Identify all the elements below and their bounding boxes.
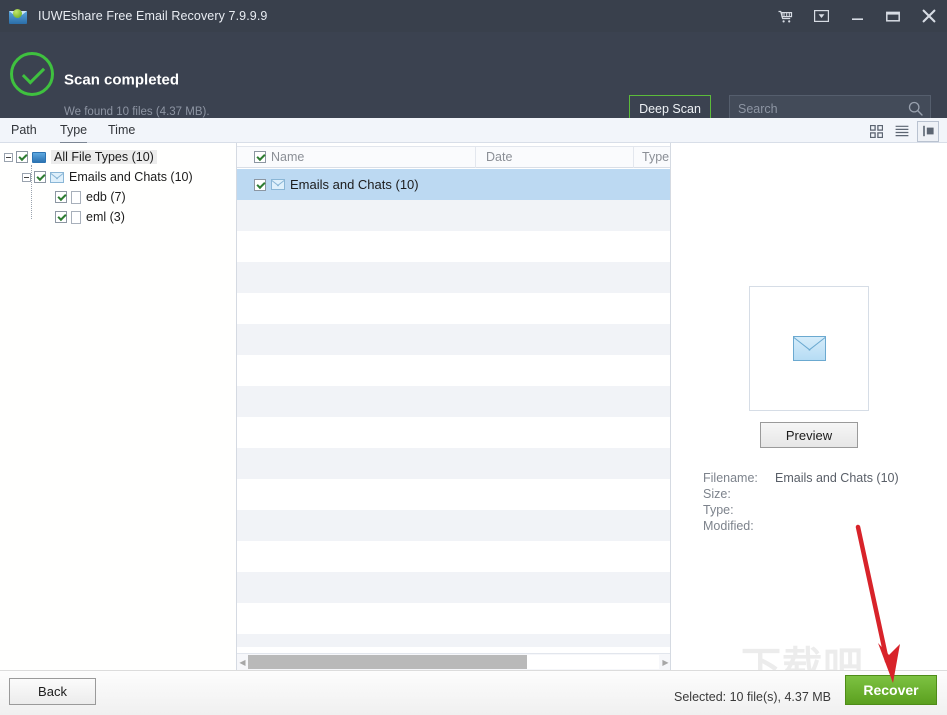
list-view-icon[interactable] (891, 121, 913, 142)
application-window: IUWEshare Free Email Recovery 7.9.9.9 Sc… (0, 0, 947, 715)
window-controls (767, 0, 947, 32)
metadata-key: Size: (703, 487, 731, 501)
table-row-empty[interactable] (237, 386, 670, 417)
tree-node-label: edb (7) (86, 190, 126, 204)
grid-view-icon[interactable] (865, 121, 887, 142)
metadata-key: Type: (703, 503, 734, 517)
tree-node-label: Emails and Chats (10) (69, 170, 193, 184)
table-row-empty[interactable] (237, 417, 670, 448)
view-toggle-group (865, 120, 939, 142)
metadata-row-filename: Filename: Emails and Chats (10) (703, 470, 899, 486)
row-name-label: Emails and Chats (10) (290, 177, 419, 192)
preview-thumbnail (749, 286, 869, 411)
table-row-empty[interactable] (237, 448, 670, 479)
file-list-header: Name Date Type (237, 146, 670, 168)
metadata-row-type: Type: (703, 502, 899, 518)
detail-view-icon[interactable] (917, 120, 939, 142)
scan-status-banner: Scan completed We found 10 files (4.37 M… (0, 32, 947, 135)
tab-type[interactable]: Type (60, 120, 88, 144)
column-header-name-label: Name (271, 150, 305, 164)
table-row-empty[interactable] (237, 479, 670, 510)
preview-panel: Preview Filename: Emails and Chats (10) … (671, 143, 947, 670)
file-type-tree[interactable]: All File Types (10) Emails and Chats (10… (0, 143, 237, 670)
window-title: IUWEshare Free Email Recovery 7.9.9.9 (38, 9, 268, 23)
menu-dropdown-icon[interactable] (803, 0, 839, 32)
category-tab-strip: Path Type Time (0, 118, 947, 144)
recover-button[interactable]: Recover (845, 675, 937, 705)
mail-icon (792, 336, 826, 361)
cart-icon[interactable] (767, 0, 803, 32)
email-app-icon (9, 8, 27, 24)
file-icon (71, 210, 81, 224)
table-row-empty[interactable] (237, 231, 670, 262)
column-header-name[interactable]: Name (237, 146, 476, 168)
tree-node-emails-and-chats[interactable]: Emails and Chats (10) (0, 167, 236, 187)
tab-path[interactable]: Path (11, 120, 37, 142)
column-header-date-label: Date (486, 150, 513, 164)
file-list-rows[interactable]: Emails and Chats (10) (237, 169, 670, 647)
metadata-row-size: Size: (703, 486, 899, 502)
tree-checkbox[interactable] (55, 211, 67, 223)
minimize-icon[interactable] (839, 0, 875, 32)
tree-node-eml[interactable]: eml (3) (0, 207, 236, 227)
scan-status-title: Scan completed (64, 71, 180, 89)
back-button[interactable]: Back (9, 678, 96, 705)
tree-node-label: All File Types (10) (51, 150, 157, 164)
expander-icon[interactable] (22, 172, 31, 182)
table-row-empty[interactable] (237, 603, 670, 634)
table-row-empty[interactable] (237, 293, 670, 324)
title-bar: IUWEshare Free Email Recovery 7.9.9.9 (0, 0, 947, 32)
table-row-empty[interactable] (237, 541, 670, 572)
column-header-type-label: Type (642, 150, 670, 164)
scroll-right-arrow-icon[interactable]: ▶ (660, 654, 670, 670)
mail-icon (50, 171, 64, 183)
horizontal-scrollbar[interactable]: ◀ ▶ (237, 653, 670, 670)
table-row-empty[interactable] (237, 510, 670, 541)
tree-checkbox[interactable] (16, 151, 28, 163)
tree-node-edb[interactable]: edb (7) (0, 187, 236, 207)
metadata-key: Filename: (703, 471, 758, 485)
column-header-type[interactable]: Type (634, 147, 670, 168)
scrollbar-thumb[interactable] (248, 655, 527, 669)
table-row-empty[interactable] (237, 634, 670, 647)
bottom-bar: Back Selected: 10 file(s), 4.37 MB (0, 670, 947, 715)
monitor-icon (32, 151, 46, 163)
column-header-date[interactable]: Date (476, 146, 634, 168)
scan-status-line1: We found 10 files (4.37 MB). (64, 106, 210, 118)
file-icon (71, 190, 81, 204)
select-all-checkbox[interactable] (254, 151, 266, 163)
table-row-empty[interactable] (237, 572, 670, 603)
search-icon[interactable] (908, 101, 923, 116)
tree-checkbox[interactable] (55, 191, 67, 203)
tree-node-label: eml (3) (86, 210, 125, 224)
row-checkbox[interactable] (254, 178, 266, 191)
file-metadata: Filename: Emails and Chats (10) Size: Ty… (703, 470, 899, 534)
expander-icon[interactable] (4, 152, 13, 162)
success-check-icon (10, 52, 54, 96)
metadata-value: Emails and Chats (10) (775, 471, 899, 485)
scroll-left-arrow-icon[interactable]: ◀ (237, 654, 248, 670)
table-row-empty[interactable] (237, 355, 670, 386)
table-row-empty[interactable] (237, 200, 670, 231)
close-icon[interactable] (911, 0, 947, 32)
table-row[interactable]: Emails and Chats (10) (237, 169, 670, 200)
metadata-row-modified: Modified: (703, 518, 899, 534)
mail-icon (271, 179, 285, 190)
table-row-empty[interactable] (237, 262, 670, 293)
tab-time[interactable]: Time (108, 120, 135, 142)
search-input[interactable]: Search (738, 102, 908, 116)
table-row-empty[interactable] (237, 324, 670, 355)
selection-status-text: Selected: 10 file(s), 4.37 MB (674, 690, 832, 704)
preview-button[interactable]: Preview (760, 422, 858, 448)
file-list-panel[interactable]: Name Date Type Emails and Chats (10) ◀ ▶ (237, 143, 671, 670)
maximize-icon[interactable] (875, 0, 911, 32)
tree-node-all-file-types[interactable]: All File Types (10) (0, 147, 236, 167)
tree-checkbox[interactable] (34, 171, 46, 183)
metadata-key: Modified: (703, 519, 754, 533)
